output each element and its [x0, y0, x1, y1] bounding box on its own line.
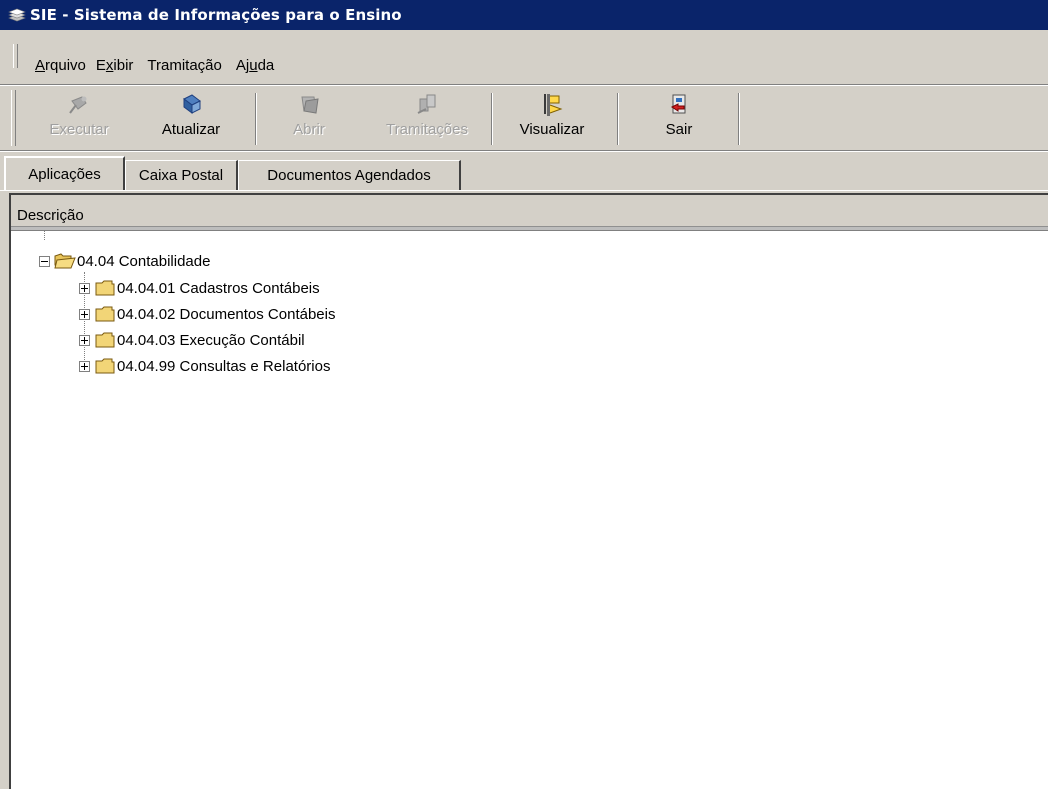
tab-strip: Aplicações Caixa Postal Documentos Agend… — [0, 156, 1048, 192]
tab-strip-baseline — [0, 190, 1048, 191]
books-icon — [8, 8, 26, 22]
transfer-icon — [417, 94, 436, 114]
folder-icon — [95, 306, 115, 322]
column-header-descricao[interactable]: Descrição — [11, 195, 1048, 231]
toolbar-separator — [255, 93, 257, 145]
tree-node-child[interactable]: 04.04.03 Execução Contábil — [79, 329, 305, 351]
tree-node-child[interactable]: 04.04.99 Consultas e Relatórios — [79, 355, 330, 377]
tramitacoes-button[interactable]: Tramitações — [372, 91, 482, 147]
toolbar-separator — [617, 93, 619, 145]
menu-tramitacao[interactable]: Tramitação — [147, 57, 221, 74]
tree-grid: Descrição 04.04 Contabilidade 04.04.01 C… — [9, 193, 1048, 789]
atualizar-button[interactable]: Atualizar — [156, 91, 226, 147]
menu-items: Arquivo Exibir Tramitação Ajuda — [35, 57, 288, 74]
folder-icon — [95, 332, 115, 348]
tab-documentos-agendados[interactable]: Documentos Agendados — [238, 160, 461, 190]
executar-button[interactable]: Executar — [44, 91, 114, 147]
expand-icon[interactable] — [79, 334, 90, 346]
menu-ajuda[interactable]: Ajuda — [236, 57, 274, 74]
toolbar-grip[interactable] — [11, 90, 16, 146]
expand-icon[interactable] — [79, 360, 90, 372]
menu-separator — [0, 84, 1048, 86]
window-title: SIE - Sistema de Informações para o Ensi… — [30, 6, 402, 24]
run-icon — [69, 96, 87, 114]
menu-arquivo[interactable]: Arquivo — [35, 57, 86, 74]
header-divider — [11, 226, 1048, 230]
visualizar-button[interactable]: Visualizar — [507, 91, 597, 147]
collapse-icon[interactable] — [39, 255, 50, 267]
expand-icon[interactable] — [79, 282, 90, 294]
sair-button[interactable]: Sair — [649, 91, 709, 147]
open-folder-icon — [54, 253, 76, 269]
tree-node-child[interactable]: 04.04.01 Cadastros Contábeis — [79, 277, 320, 299]
tree-node-child[interactable]: 04.04.02 Documentos Contábeis — [79, 303, 335, 325]
abrir-button[interactable]: Abrir — [277, 91, 341, 147]
tree-connector — [44, 231, 45, 240]
toolbar-separator — [491, 93, 493, 145]
menu-grip[interactable] — [13, 44, 18, 68]
expand-icon[interactable] — [79, 308, 90, 320]
tab-aplicacoes[interactable]: Aplicações — [4, 156, 125, 190]
folder-icon — [95, 280, 115, 296]
toolbar-separator — [738, 93, 740, 145]
open-icon — [301, 96, 319, 114]
tree-node-root[interactable]: 04.04 Contabilidade — [39, 250, 210, 272]
toolbar: Executar Atualizar Abrir Tramitações Vis… — [0, 87, 1048, 153]
menu-exibir[interactable]: Exibir — [96, 57, 134, 74]
exit-icon — [671, 94, 686, 114]
tab-caixa-postal[interactable]: Caixa Postal — [125, 160, 238, 190]
folder-icon — [95, 358, 115, 374]
refresh-icon — [183, 94, 201, 114]
preview-icon — [544, 94, 563, 116]
toolbar-bottom-border — [0, 150, 1048, 152]
title-bar: SIE - Sistema de Informações para o Ensi… — [0, 0, 1048, 30]
